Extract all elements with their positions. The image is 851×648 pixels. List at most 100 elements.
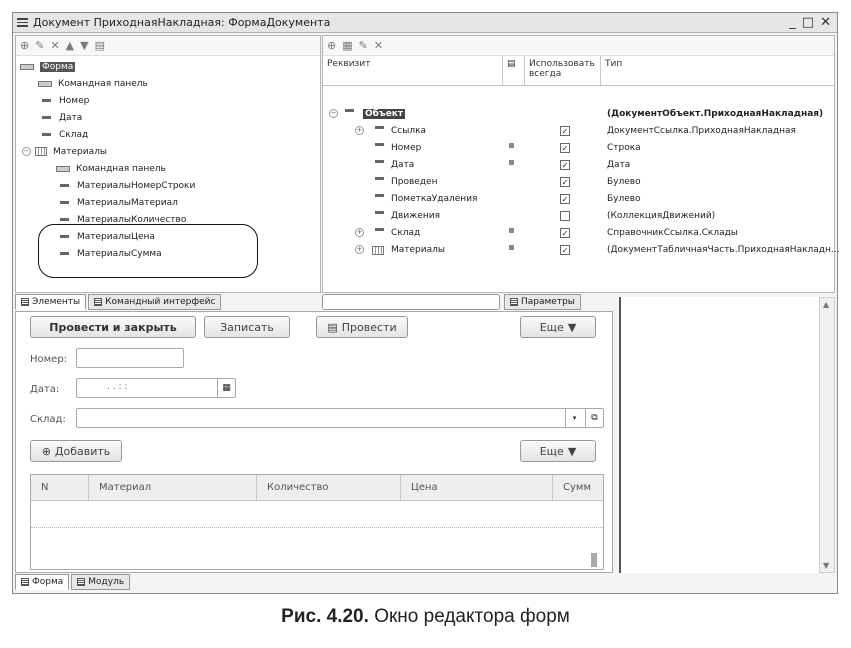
tab-module[interactable]: Модуль [71, 574, 131, 590]
tree-item-materials-quantity[interactable]: МатериалыКоличество [16, 211, 320, 228]
minimize-button[interactable]: _ [789, 15, 796, 30]
maximize-button[interactable]: □ [802, 15, 814, 30]
move-up-icon[interactable]: ▲ [66, 39, 74, 52]
expand-icon[interactable]: + [355, 228, 364, 237]
attribute-row[interactable]: + Материалы ✓ (ДокументТабличнаяЧасть.Пр… [323, 242, 839, 259]
tree-item-warehouse[interactable]: Склад [16, 126, 320, 143]
post-button[interactable]: ▤ Провести [316, 316, 408, 338]
use-always-checkbox[interactable]: ✓ [560, 177, 570, 187]
tab-command-interface[interactable]: Командный интерфейс [88, 294, 222, 310]
tree-item-materials-material[interactable]: МатериалыМатериал [16, 194, 320, 211]
expand-icon[interactable]: + [355, 245, 364, 254]
tree-item-materials[interactable]: − Материалы [16, 143, 320, 160]
scroll-down-icon[interactable]: ▼ [823, 561, 829, 570]
attribute-row[interactable]: Проведен ✓ Булево [323, 174, 834, 191]
use-always-checkbox[interactable]: ✓ [560, 143, 570, 153]
view-icon[interactable]: ▤ [95, 39, 105, 52]
attribute-row[interactable]: Движения (КоллекцияДвижений) [323, 208, 834, 225]
open-icon[interactable]: ⧉ [585, 409, 603, 427]
use-always-checkbox[interactable]: ✓ [560, 228, 570, 238]
tab-label: Модуль [88, 577, 125, 587]
number-field[interactable] [76, 348, 184, 368]
add-icon[interactable]: ⊕ [20, 39, 29, 52]
table-icon [372, 246, 384, 255]
expand-icon[interactable]: + [355, 126, 364, 135]
tree-item-date[interactable]: Дата [16, 109, 320, 126]
more-button[interactable]: Еще ▼ [520, 316, 596, 338]
field-icon [345, 109, 354, 112]
column-header-material[interactable]: Материал [89, 475, 257, 501]
delete-icon[interactable]: ✕ [374, 39, 383, 52]
more-button-label: Еще [539, 444, 564, 458]
window-title: Документ ПриходнаяНакладная: ФормаДокуме… [33, 16, 331, 29]
dropdown-icon[interactable]: ▾ [565, 409, 583, 427]
close-button[interactable]: ✕ [820, 15, 831, 30]
column-header-use-always[interactable]: Использовать всегда [525, 56, 601, 86]
table-scrollbar[interactable] [591, 553, 597, 567]
tree-item-label: Командная панель [58, 78, 148, 89]
tree-item-command-panel[interactable]: Командная панель [16, 75, 320, 92]
date-field[interactable]: . . : : ▦ [76, 378, 236, 398]
column-header-sum[interactable]: Сумм [553, 475, 605, 501]
use-always-checkbox[interactable]: ✓ [560, 126, 570, 136]
post-icon: ▤ [327, 320, 338, 334]
edit-icon[interactable]: ✎ [359, 39, 368, 52]
tab-elements[interactable]: Элементы [15, 294, 87, 310]
tree-item-label: Дата [59, 112, 83, 123]
list-icon: ▤ [507, 59, 516, 69]
field-icon [60, 252, 69, 255]
menu-icon[interactable] [17, 18, 28, 27]
tree-item-materials-line-number[interactable]: МатериалыНомерСтроки [16, 177, 320, 194]
use-always-checkbox[interactable]: ✓ [560, 194, 570, 204]
column-header-name[interactable]: Реквизит [323, 56, 503, 86]
attributes-toolbar: ⊕ ▦ ✎ ✕ [323, 36, 834, 56]
delete-icon[interactable]: ✕ [50, 39, 59, 52]
column-header-quantity[interactable]: Количество [257, 475, 401, 501]
more-button-table[interactable]: Еще ▼ [520, 440, 596, 462]
attribute-name: Склад [391, 228, 421, 238]
collapse-icon[interactable]: − [329, 109, 338, 118]
search-input[interactable] [322, 294, 500, 310]
column-header-type[interactable]: Тип [601, 56, 834, 86]
collapse-icon[interactable]: − [22, 147, 31, 156]
scroll-up-icon[interactable]: ▲ [823, 300, 829, 309]
preview-scrollbar[interactable]: ▲ ▼ [819, 297, 835, 573]
tab-form[interactable]: Форма [15, 574, 70, 590]
attribute-row[interactable]: Дата ✓ Дата [323, 157, 834, 174]
tab-label: Форма [32, 577, 64, 587]
attribute-name: Номер [391, 143, 422, 153]
tree-item-materials-sum[interactable]: МатериалыСумма [16, 245, 320, 262]
use-always-checkbox[interactable]: ✓ [560, 245, 570, 255]
add-attribute-icon[interactable]: ⊕ [327, 39, 336, 52]
post-and-close-button[interactable]: Провести и закрыть [30, 316, 196, 338]
add-button[interactable]: ⊕ Добавить [30, 440, 122, 462]
column-header-n[interactable]: N [31, 475, 89, 501]
attribute-name: Материалы [391, 245, 445, 255]
field-icon [375, 143, 384, 146]
date-label: Дата: [30, 384, 60, 395]
tree-item-number[interactable]: Номер [16, 92, 320, 109]
attribute-list-icon[interactable]: ▦ [342, 39, 352, 52]
column-header-price[interactable]: Цена [401, 475, 553, 501]
use-always-checkbox[interactable]: ✓ [560, 160, 570, 170]
attribute-row[interactable]: + Склад ✓ СправочникСсылка.Склады [323, 225, 834, 242]
use-always-checkbox[interactable] [560, 211, 570, 221]
edit-icon[interactable]: ✎ [35, 39, 44, 52]
move-down-icon[interactable]: ▼ [80, 39, 88, 52]
save-button[interactable]: Записать [204, 316, 290, 338]
post-button-label: Провести [341, 320, 397, 334]
tree-item-form[interactable]: Форма [16, 58, 320, 75]
attribute-row[interactable]: ПометкаУдаления ✓ Булево [323, 191, 834, 208]
attribute-row[interactable]: − Объект (ДокументОбъект.ПриходнаяНаклад… [323, 106, 834, 123]
attribute-type: Булево [607, 177, 641, 187]
attribute-type: Строка [607, 143, 641, 153]
attribute-row[interactable]: + Ссылка ✓ ДокументСсылка.ПриходнаяНакла… [323, 123, 834, 140]
dropdown-arrow-icon: ▼ [567, 444, 577, 458]
tree-item-materials-command-panel[interactable]: Командная панель [16, 160, 320, 177]
tab-parameters[interactable]: Параметры [504, 294, 581, 310]
warehouse-field[interactable]: ▾ ⧉ [76, 408, 604, 428]
field-icon [42, 116, 51, 119]
attribute-row[interactable]: Номер ✓ Строка [323, 140, 834, 157]
tree-item-materials-price[interactable]: МатериалыЦена [16, 228, 320, 245]
calendar-icon[interactable]: ▦ [217, 379, 235, 397]
